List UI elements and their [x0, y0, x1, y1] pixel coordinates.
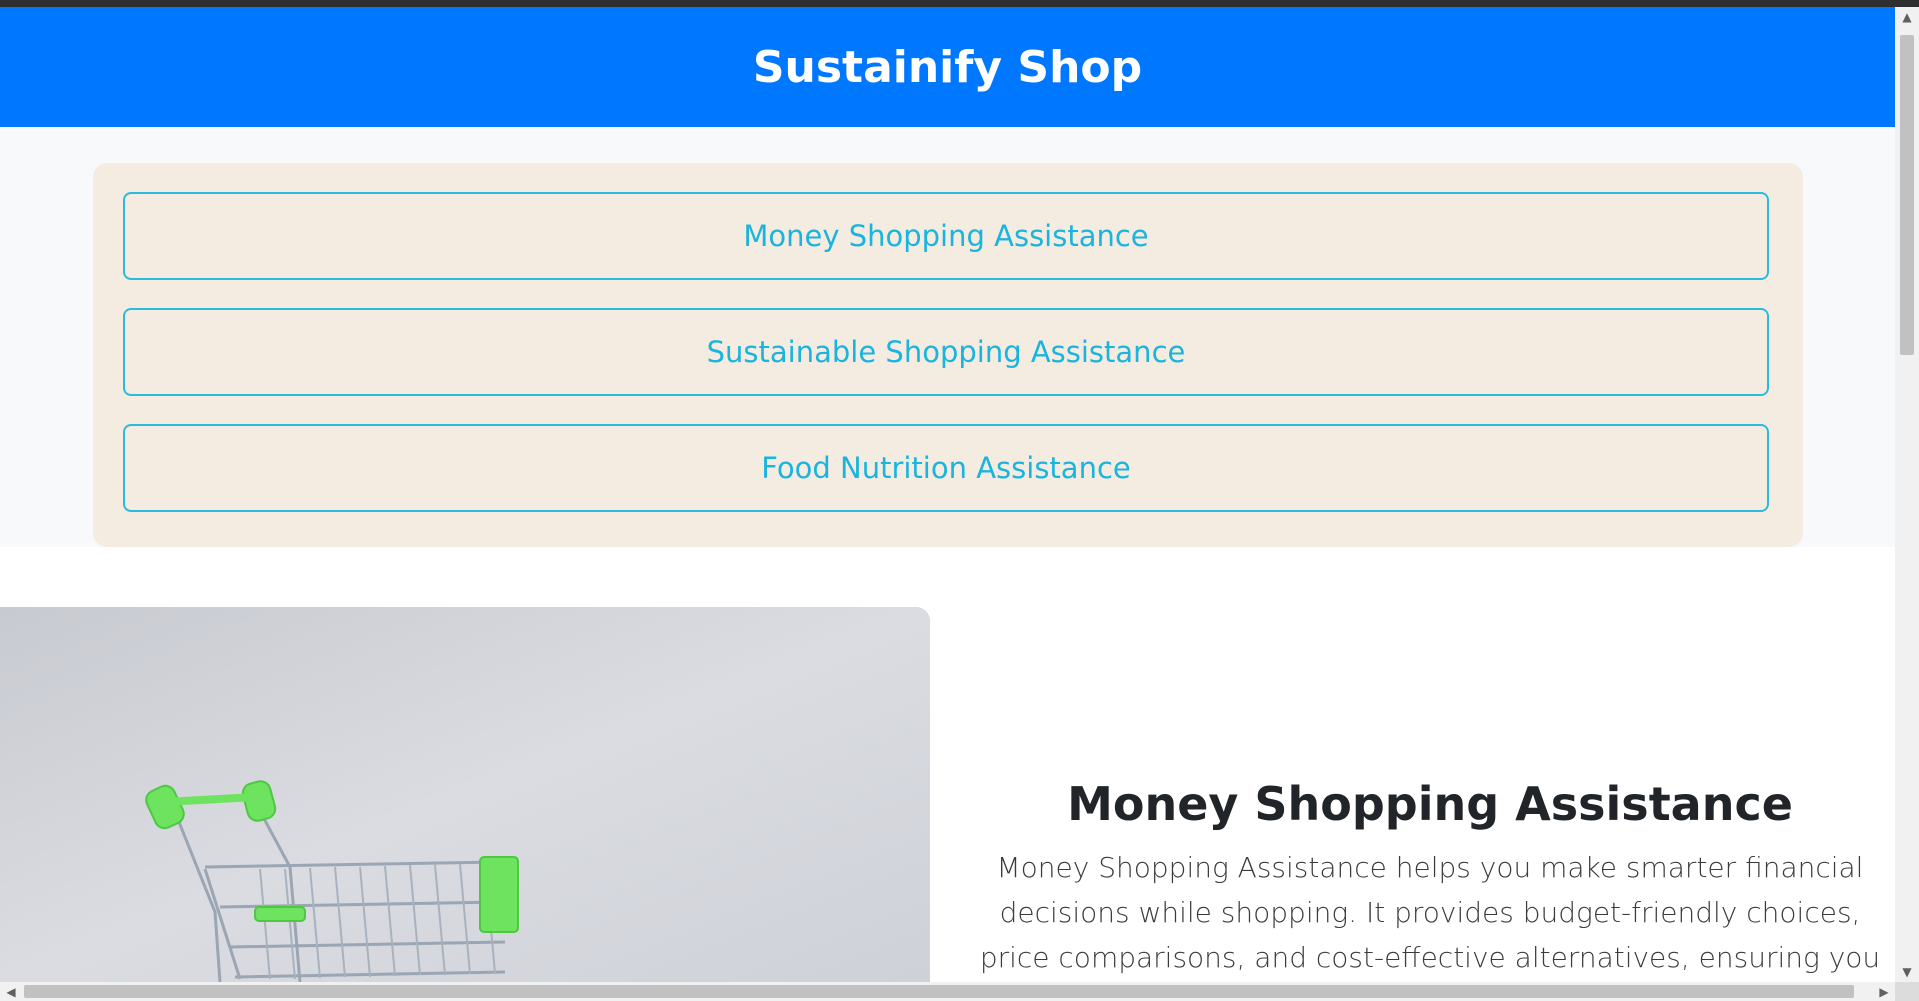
food-nutrition-assistance-button[interactable]: Food Nutrition Assistance	[123, 424, 1769, 512]
assistance-nav-panel: Money Shopping Assistance Sustainable Sh…	[93, 163, 1803, 547]
page-viewport: Sustainify Shop Money Shopping Assistanc…	[0, 7, 1895, 982]
site-title: Sustainify Shop	[752, 41, 1143, 93]
assistance-nav-section: Money Shopping Assistance Sustainable Sh…	[0, 127, 1895, 547]
vertical-scrollbar[interactable]: ▲ ▼	[1895, 7, 1919, 982]
money-shopping-hero: Money Shopping Assistance Money Shopping…	[0, 547, 1895, 982]
vertical-scroll-thumb[interactable]	[1900, 35, 1914, 355]
scrollbar-corner	[1895, 982, 1919, 1001]
shopping-cart-illustration	[0, 607, 930, 982]
horizontal-scroll-thumb[interactable]	[24, 985, 1854, 998]
money-shopping-assistance-button[interactable]: Money Shopping Assistance	[123, 192, 1769, 280]
horizontal-scrollbar[interactable]: ◀ ▶	[0, 982, 1895, 1001]
shopping-cart-image	[0, 607, 930, 982]
hero-text-block: Money Shopping Assistance Money Shopping…	[975, 777, 1885, 982]
window-top-border	[0, 0, 1919, 7]
triangle-up-icon[interactable]: ▲	[1895, 7, 1919, 27]
hero-title: Money Shopping Assistance	[1067, 777, 1793, 831]
triangle-down-icon[interactable]: ▼	[1895, 962, 1919, 982]
sustainable-shopping-assistance-button[interactable]: Sustainable Shopping Assistance	[123, 308, 1769, 396]
site-header: Sustainify Shop	[0, 7, 1895, 127]
triangle-left-icon[interactable]: ◀	[0, 982, 22, 1001]
triangle-right-icon[interactable]: ▶	[1873, 982, 1895, 1001]
hero-description: Money Shopping Assistance helps you make…	[979, 851, 1881, 974]
